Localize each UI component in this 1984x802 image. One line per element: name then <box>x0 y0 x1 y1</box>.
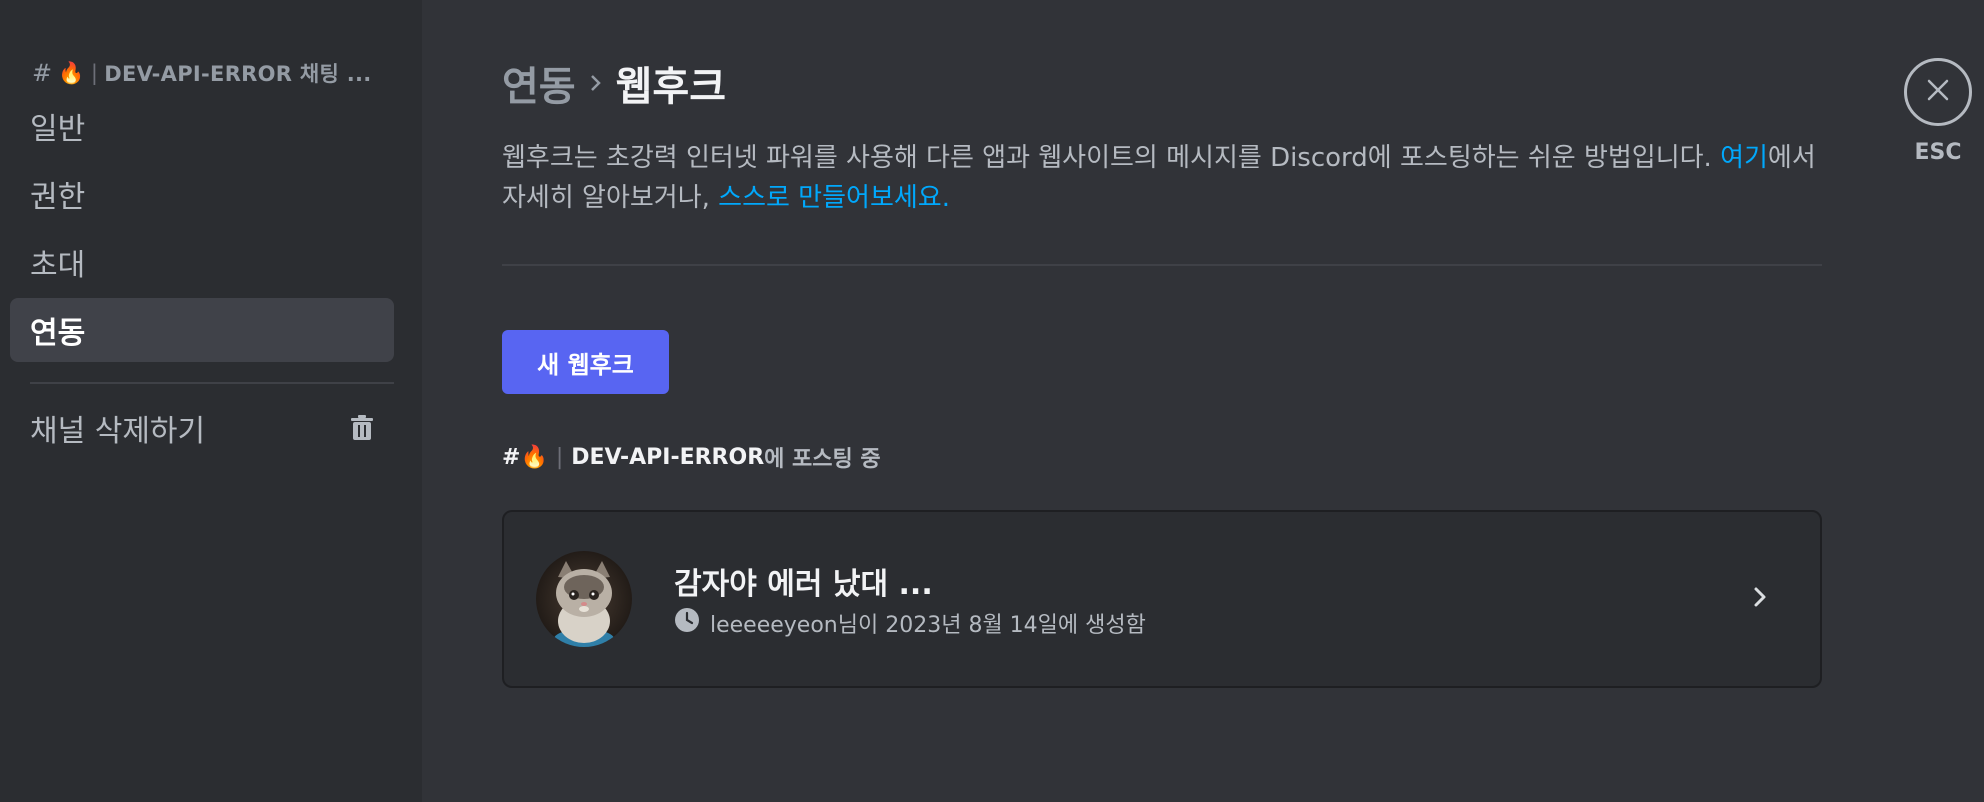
settings-sidebar: # 🔥 | DEV-API-ERROR 채팅 ... 일반 권한 초대 연동 채… <box>0 0 422 802</box>
delete-channel-button[interactable]: 채널 삭제하기 <box>10 396 394 460</box>
chevron-right-icon[interactable] <box>1750 582 1770 616</box>
sidebar-item-permissions[interactable]: 권한 <box>10 162 394 226</box>
webhook-avatar <box>536 551 632 647</box>
breadcrumb: 연동 웹후크 <box>502 54 1984 112</box>
close-icon <box>1924 76 1952 108</box>
fire-emoji: 🔥 <box>58 60 85 85</box>
sidebar-item-label: 초대 <box>30 248 86 283</box>
webhook-created-text: leeeeeyeon님이 2023년 8월 14일에 생성함 <box>710 613 1146 638</box>
trash-icon <box>350 415 374 441</box>
sidebar-divider <box>30 382 394 384</box>
channel-hash-icon: # <box>502 444 521 470</box>
sidebar-item-integrations[interactable]: 연동 <box>10 298 394 362</box>
webhook-description: 웹후크는 초강력 인터넷 파워를 사용해 다른 앱과 웹사이트의 메시지를 Di… <box>502 138 1822 218</box>
sidebar-nav: 일반 권한 초대 연동 채널 삭제하기 <box>10 94 394 460</box>
posting-to-label: # 🔥 | DEV-API-ERROR 에 포스팅 중 <box>502 442 1984 473</box>
webhook-name: 감자야 에러 났대 ... <box>674 567 933 602</box>
posting-suffix: 에 포스팅 중 <box>764 447 881 472</box>
channel-pipe: | <box>555 444 564 470</box>
sidebar-item-general[interactable]: 일반 <box>10 94 394 158</box>
new-webhook-button[interactable]: 새 웹후크 <box>502 330 669 394</box>
sidebar-item-label: 권한 <box>30 180 86 215</box>
close-control: ESC <box>1902 58 1974 165</box>
build-your-own-link[interactable]: 스스로 만들어보세요. <box>718 183 950 213</box>
clock-icon <box>674 607 700 639</box>
channel-hash-icon: # <box>32 59 53 87</box>
sidebar-item-label: 일반 <box>30 112 86 147</box>
webhook-meta: leeeeeyeon님이 2023년 8월 14일에 생성함 <box>674 607 1146 639</box>
fire-emoji: 🔥 <box>520 444 548 470</box>
posting-channel-name: DEV-API-ERROR <box>571 444 765 470</box>
chevron-right-icon <box>588 71 604 95</box>
app-window: # 🔥 | DEV-API-ERROR 채팅 ... 일반 권한 초대 연동 채… <box>0 0 1984 802</box>
delete-channel-label: 채널 삭제하기 <box>30 414 206 449</box>
learn-more-link[interactable]: 여기 <box>1720 143 1768 173</box>
close-button[interactable] <box>1904 58 1972 126</box>
webhook-info: 감자야 에러 났대 ... leeeeeyeon님이 2023년 8월 14일에… <box>674 559 1146 639</box>
section-divider <box>502 264 1822 266</box>
breadcrumb-parent[interactable]: 연동 <box>502 54 576 112</box>
sidebar-channel-name: DEV-API-ERROR 채팅 ... <box>104 62 372 86</box>
esc-label: ESC <box>1914 140 1962 165</box>
description-text: 웹후크는 초강력 인터넷 파워를 사용해 다른 앱과 웹사이트의 메시지를 Di… <box>502 143 1721 173</box>
webhook-card[interactable]: 감자야 에러 났대 ... leeeeeyeon님이 2023년 8월 14일에… <box>502 510 1822 688</box>
page-title: 웹후크 <box>615 64 727 110</box>
main-content: 연동 웹후크 웹후크는 초강력 인터넷 파워를 사용해 다른 앱과 웹사이트의 … <box>422 0 1984 802</box>
sidebar-item-label: 연동 <box>30 316 86 351</box>
sidebar-channel-header: # 🔥 | DEV-API-ERROR 채팅 ... <box>10 56 394 90</box>
channel-pipe: | <box>90 61 99 85</box>
sidebar-item-invites[interactable]: 초대 <box>10 230 394 294</box>
